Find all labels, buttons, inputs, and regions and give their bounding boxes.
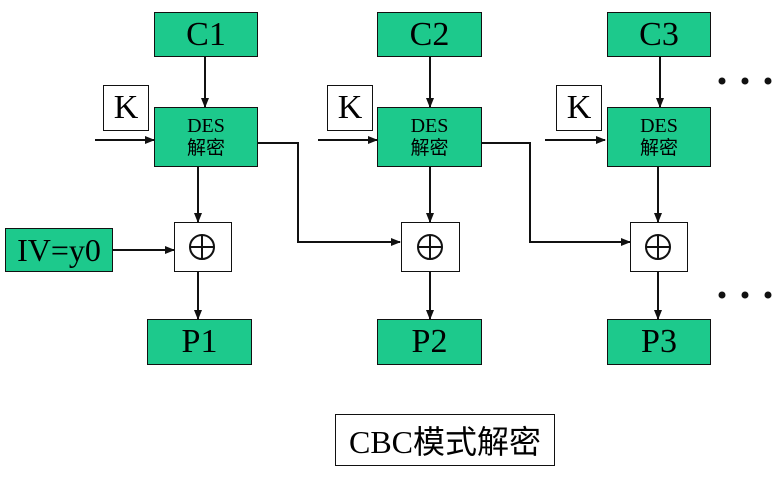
des-label: DES xyxy=(410,114,449,137)
key-box-1: K xyxy=(103,85,149,131)
key-box-3: K xyxy=(556,85,602,131)
diagram-caption: CBC模式解密 xyxy=(335,414,555,466)
iv-box: IV=y0 xyxy=(5,228,113,272)
des-decrypt-block-2: DES 解密 xyxy=(377,107,482,167)
cbc-decryption-diagram: C1 C2 C3 K K K DES 解密 DES 解密 DES 解密 IV=y… xyxy=(0,0,783,488)
xor-icon xyxy=(645,234,671,260)
xor-icon xyxy=(189,234,215,260)
decrypt-label: 解密 xyxy=(186,136,225,159)
continuation-dots-bottom xyxy=(718,291,772,299)
ciphertext-block-c2: C2 xyxy=(377,12,482,57)
xor-operator-3 xyxy=(630,222,688,272)
xor-icon xyxy=(417,234,443,260)
ciphertext-block-c3: C3 xyxy=(607,12,711,57)
des-decrypt-block-1: DES 解密 xyxy=(154,107,258,167)
xor-operator-2 xyxy=(401,222,460,272)
plaintext-block-p1: P1 xyxy=(147,319,252,365)
decrypt-label: 解密 xyxy=(639,136,678,159)
ciphertext-block-c1: C1 xyxy=(154,12,258,57)
key-box-2: K xyxy=(327,85,373,131)
des-label: DES xyxy=(187,114,225,137)
xor-operator-1 xyxy=(174,222,232,272)
des-label: DES xyxy=(640,114,678,137)
continuation-dots-top xyxy=(718,77,772,85)
plaintext-block-p3: P3 xyxy=(607,319,711,365)
decrypt-label: 解密 xyxy=(410,136,449,159)
plaintext-block-p2: P2 xyxy=(377,319,482,365)
des-decrypt-block-3: DES 解密 xyxy=(607,107,711,167)
